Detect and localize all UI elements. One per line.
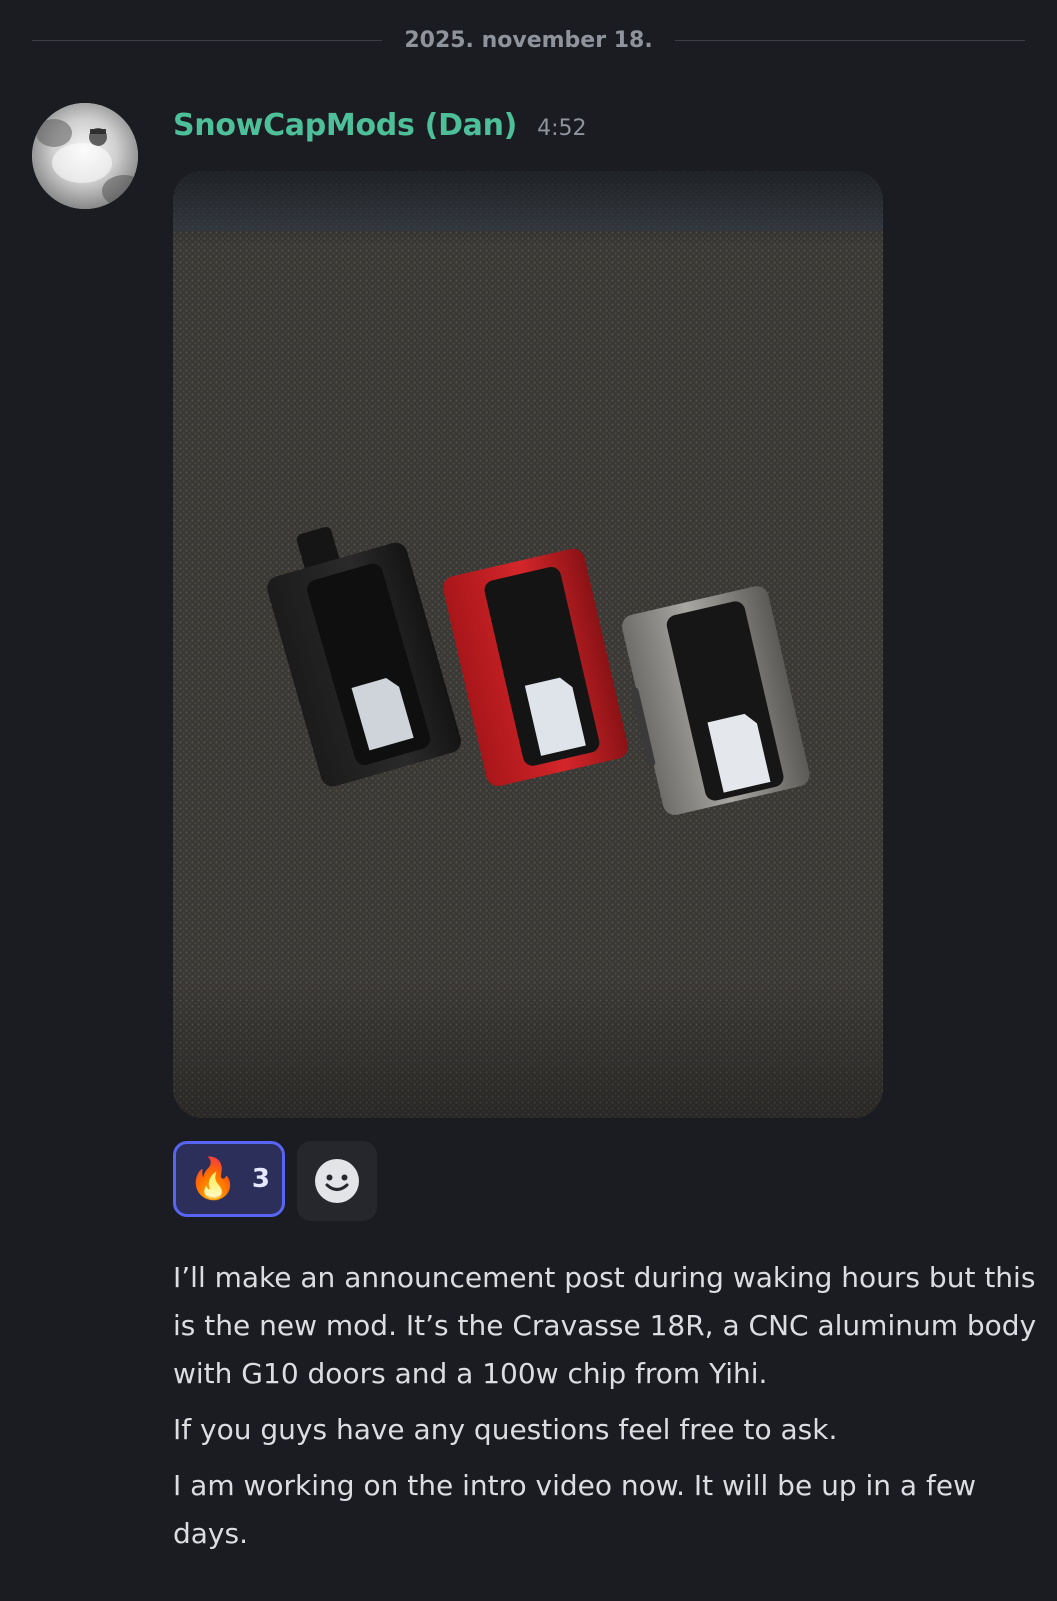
reaction-count: 3: [251, 1164, 270, 1194]
message-paragraph: If you guys have any questions feel free…: [173, 1413, 838, 1446]
author-name[interactable]: SnowCapMods (Dan): [173, 108, 517, 143]
attachment-image[interactable]: [173, 171, 883, 1118]
chat-view: 2025. november 18. SnowCapMods (Dan) 4:5…: [0, 0, 1057, 1601]
reaction-bar: 🔥 3: [173, 1141, 377, 1221]
divider-line-right: [674, 39, 1026, 41]
message-content: I’ll make an announcement post during wa…: [173, 1254, 1048, 1566]
message-paragraph: I am working on the intro video now. It …: [173, 1469, 976, 1550]
message-timestamp[interactable]: 4:52: [537, 116, 586, 141]
add-reaction-button[interactable]: [297, 1141, 377, 1221]
divider-date: 2025. november 18.: [404, 27, 653, 53]
date-divider: 2025. november 18.: [32, 22, 1026, 58]
add-reaction-smiley-icon: [315, 1159, 359, 1203]
author-avatar[interactable]: [32, 103, 138, 209]
message-paragraph: I’ll make an announcement post during wa…: [173, 1261, 1037, 1390]
reaction-fire[interactable]: 🔥 3: [173, 1141, 285, 1217]
fire-emoji-icon: 🔥: [188, 1156, 238, 1202]
divider-line-left: [32, 39, 383, 41]
message-header: SnowCapMods (Dan) 4:52: [173, 108, 587, 143]
